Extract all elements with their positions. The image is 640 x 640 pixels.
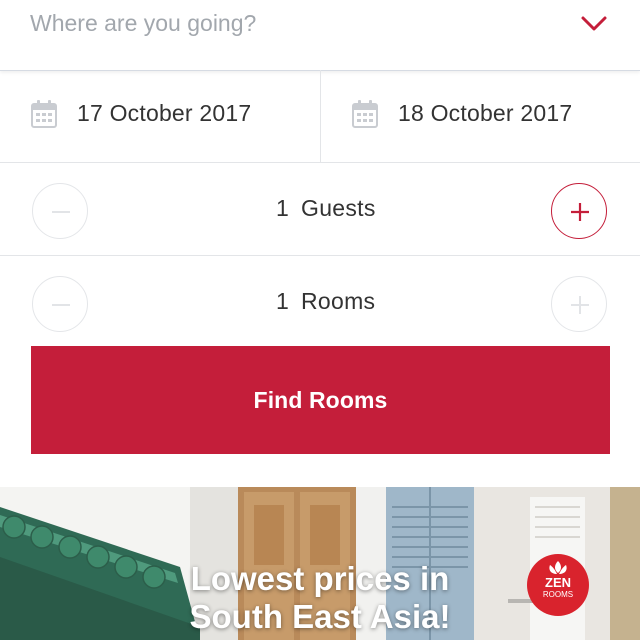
destination-search [0,0,640,71]
zen-logo-text: ZEN [545,575,571,590]
zen-logo-subtext: ROOMS [543,590,573,599]
calendar-icon [352,100,378,128]
guests-counter: 1 Guests [0,163,640,256]
checkin-date-field[interactable]: 17 October 2017 [0,70,320,162]
guests-count: 1 [276,195,289,221]
destination-input[interactable] [30,6,550,40]
rooms-increment-button[interactable] [551,276,607,332]
find-rooms-button[interactable]: Find Rooms [31,346,610,454]
zen-rooms-logo: ZEN ROOMS [527,554,589,616]
checkin-date-text: 17 October 2017 [77,100,252,126]
chevron-down-icon[interactable] [578,12,610,34]
checkout-date-field[interactable]: 18 October 2017 [320,70,640,162]
rooms-label: Rooms [301,288,376,314]
banner-headline-line2: South East Asia! [189,598,451,635]
plus-icon [571,296,589,314]
calendar-icon [31,100,57,128]
rooms-decrement-button[interactable] [32,276,88,332]
guests-decrement-button[interactable] [32,183,88,239]
minus-icon [52,211,70,213]
rooms-counter: 1 Rooms [0,256,640,348]
guests-label: Guests [301,195,376,221]
guests-increment-button[interactable] [551,183,607,239]
plus-icon [571,203,589,221]
date-selector: 17 October 2017 18 October 2017 [0,70,640,163]
checkout-date-text: 18 October 2017 [398,100,573,126]
banner-headline-line1: Lowest prices in [190,560,450,597]
banner-headline: Lowest prices in South East Asia! [150,560,490,636]
minus-icon [52,304,70,306]
promo-banner: Lowest prices in South East Asia! ZEN RO… [0,487,640,640]
rooms-count: 1 [276,288,289,314]
